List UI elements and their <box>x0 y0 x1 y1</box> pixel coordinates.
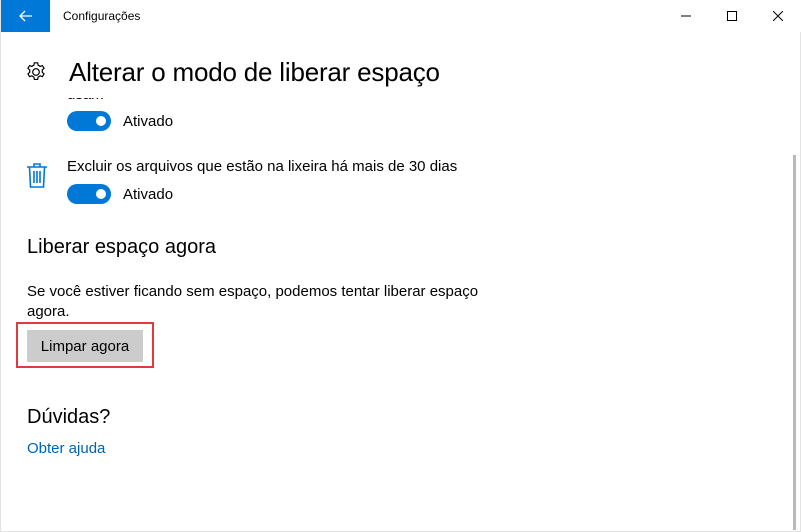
recycle-bin-description: Excluir os arquivos que estão na lixeira… <box>67 158 458 175</box>
toggle-2-label: Ativado <box>123 186 174 203</box>
maximize-button[interactable] <box>709 0 755 32</box>
toggle-switch-1[interactable] <box>67 111 111 131</box>
minimize-button[interactable] <box>663 0 709 32</box>
clean-now-button[interactable]: Limpar agora <box>27 330 143 362</box>
free-space-description: Se você estiver ficando sem espaço, pode… <box>27 283 479 320</box>
close-icon <box>773 11 783 21</box>
page-title: Alterar o modo de liberar espaço <box>69 57 440 87</box>
toggle-1-label: Ativado <box>123 113 174 130</box>
help-heading: Dúvidas? <box>27 406 111 428</box>
back-arrow-icon <box>18 10 32 22</box>
free-space-heading: Liberar espaço agora <box>27 236 217 258</box>
back-button[interactable] <box>1 0 50 32</box>
toggle-knob <box>96 189 106 199</box>
trash-icon <box>27 163 47 188</box>
get-help-link[interactable]: Obter ajuda <box>27 440 105 457</box>
gear-icon <box>27 62 45 81</box>
settings-window: Configurações Alterar o modo de liberar … <box>0 0 801 532</box>
maximize-icon <box>727 11 737 21</box>
app-title: Configurações <box>63 9 141 23</box>
truncated-text: usam <box>67 98 104 103</box>
minimize-icon <box>681 15 691 17</box>
close-button[interactable] <box>755 0 801 32</box>
title-bar: Configurações <box>1 0 801 32</box>
toggle-switch-2[interactable] <box>67 184 111 204</box>
toggle-knob <box>96 116 106 126</box>
scrollbar[interactable] <box>793 155 796 530</box>
settings-content: usam Ativado Excluir os arquivos que est… <box>1 98 791 532</box>
